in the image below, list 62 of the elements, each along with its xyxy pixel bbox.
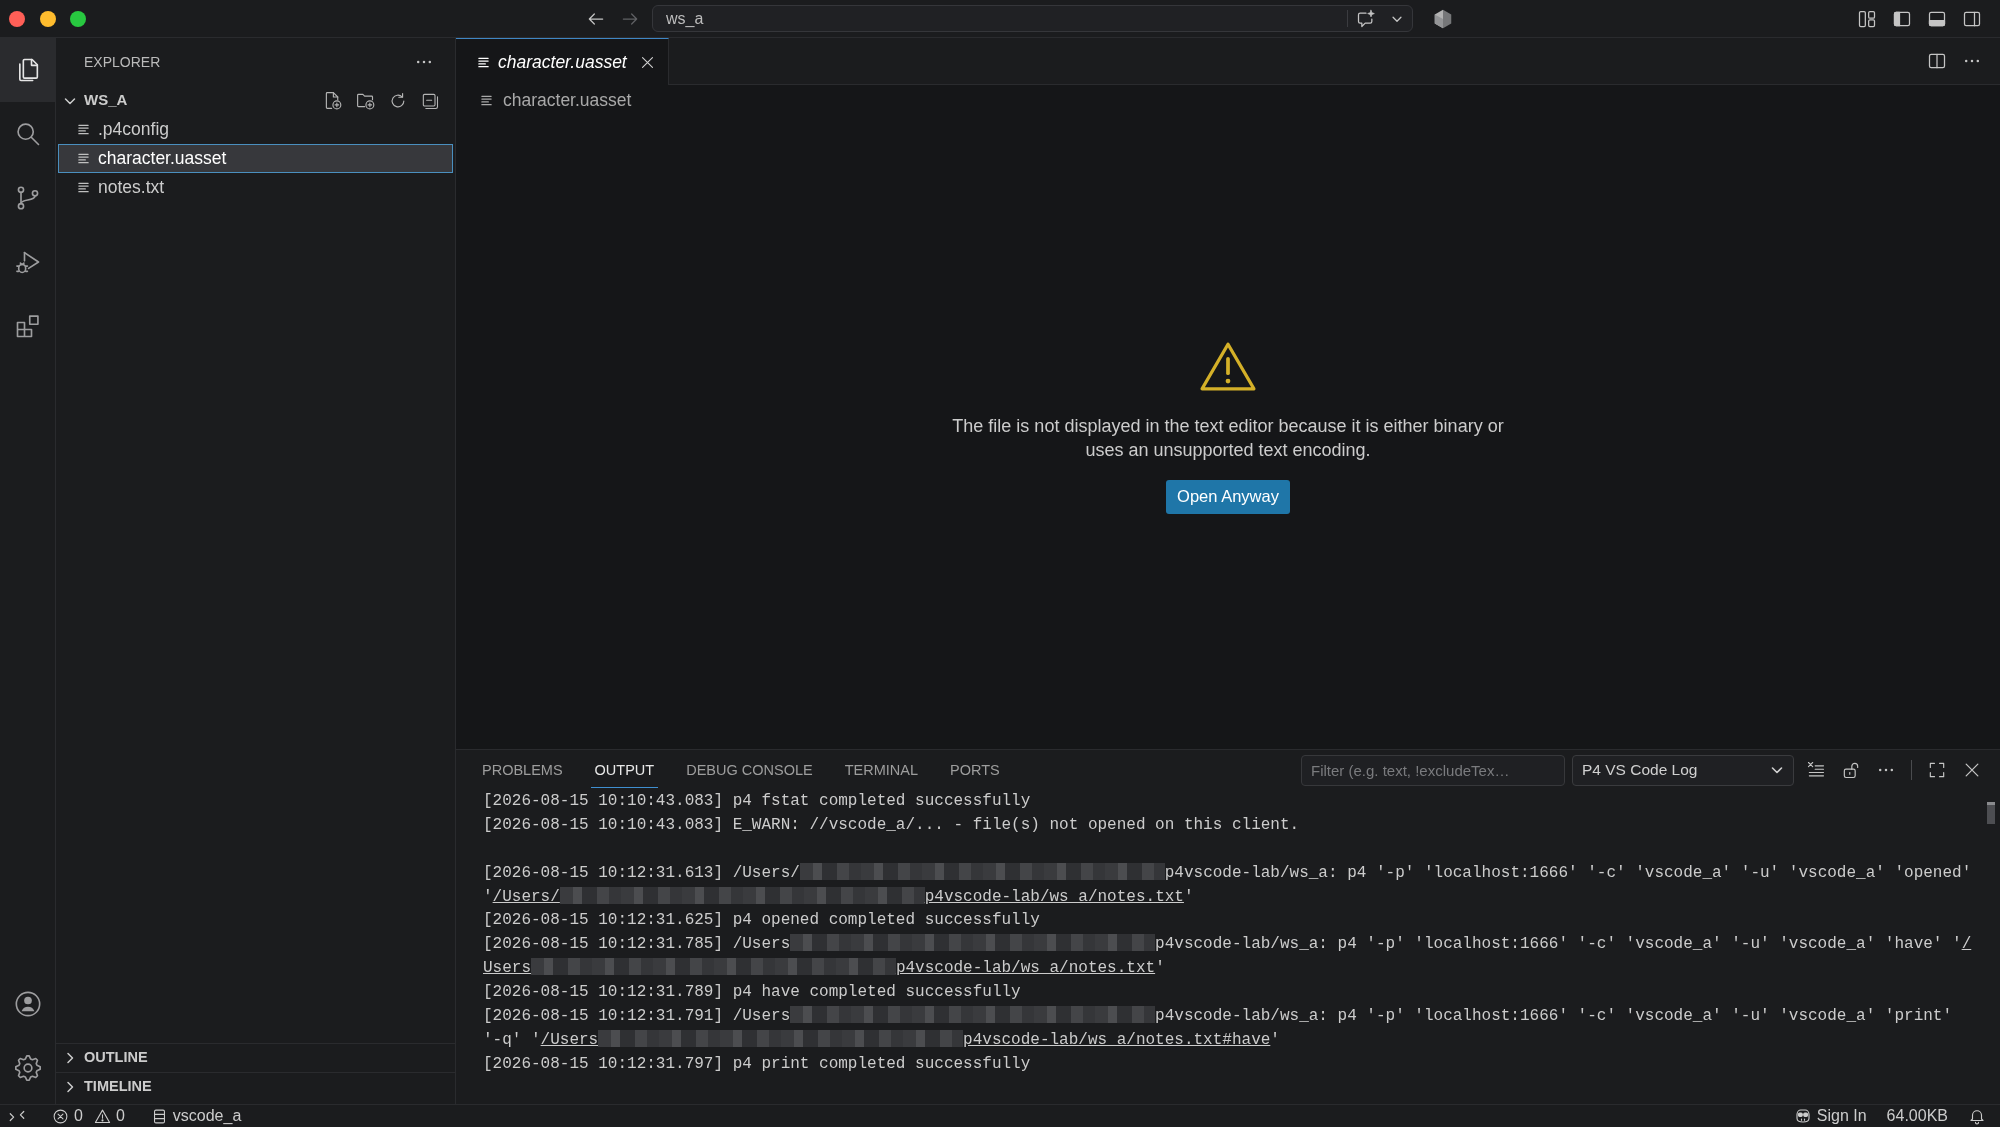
settings-icon[interactable] xyxy=(13,1054,42,1082)
log-line: '/Users/ p4vscode-lab/ws_a/notes.txt' xyxy=(483,885,1194,908)
section-header[interactable]: OUTLINE xyxy=(84,1047,148,1069)
log-line: [2026-08-15 10:12:31.789] p4 have completed successfully xyxy=(483,982,1021,1004)
file-lines-icon xyxy=(77,123,90,136)
sign-in-status[interactable]: Sign In xyxy=(1793,1107,1867,1125)
panel-tab[interactable]: OUTPUT xyxy=(590,755,659,788)
log-line: [2026-08-15 10:12:31.797] p4 print completed successfully xyxy=(483,1053,1031,1075)
log-line: [2026-08-15 10:12:31.625] p4 opened completed successfully xyxy=(483,910,1040,932)
log-line: [2026-08-15 10:12:31.785] /Users p4vscode-lab/ws_a: p4 '-p' 'localhost:1666' '-c' 'vscode_a' '-u' 'vscode_a' 'have' '/ xyxy=(483,933,1972,956)
file-tree-item[interactable]: character.uasset xyxy=(58,144,453,173)
error-icon xyxy=(52,1107,69,1125)
unlock-icon[interactable] xyxy=(1841,760,1861,780)
panel-tab[interactable]: PORTS xyxy=(946,755,1004,788)
panel-tab[interactable]: PROBLEMS xyxy=(478,755,567,788)
workspace-status[interactable]: vscode_a xyxy=(150,1107,242,1125)
robot-icon xyxy=(1793,1107,1812,1125)
channel-dropdown[interactable]: P4 VS Code Log xyxy=(1572,754,1794,786)
file-size-status[interactable]: 64.00KB xyxy=(1886,1104,1948,1127)
file-tree-item[interactable]: notes.txt xyxy=(58,173,453,202)
problems-status[interactable]: 0 0 xyxy=(52,1107,125,1125)
account-icon[interactable] xyxy=(13,990,42,1018)
log-line: [2026-08-15 10:12:31.613] /Users/ p4vscode-lab/ws_a: p4 '-p' 'localhost:1666' '-c' 'vscode_a' '-u' 'vscode_a' 'opened' xyxy=(483,861,1972,884)
panel-tab[interactable]: DEBUG CONSOLE xyxy=(682,755,817,788)
bell-icon[interactable] xyxy=(1968,1107,1986,1125)
file-lines-icon xyxy=(480,94,493,107)
log-line: [2026-08-15 10:12:31.791] /Users p4vscode-lab/ws_a: p4 '-p' 'localhost:1666' '-c' 'vscode_a' '-u' 'vscode_a' 'print' xyxy=(483,1005,1953,1027)
file-tree-item[interactable]: .p4config xyxy=(58,115,453,144)
file-path-link[interactable]: p4vscode-lab/ws_a/notes.txt#have xyxy=(963,1030,1271,1049)
activity-bar-button[interactable] xyxy=(0,38,55,102)
sidebar-title: EXPLORER xyxy=(84,52,161,72)
breadcrumb-item[interactable]: character.uasset xyxy=(480,87,632,114)
log-line: '-q' '/Users p4vscode-lab/ws_a/notes.txt#have' xyxy=(483,1028,1280,1051)
log-line: Users p4vscode-lab/ws_a/notes.txt' xyxy=(483,957,1165,980)
file-path-link[interactable]: p4vscode-lab/ws_a/notes.txt xyxy=(895,959,1156,978)
file-lines-icon xyxy=(477,55,490,69)
file-lines-icon xyxy=(77,181,90,194)
editor-tab[interactable]: character.uasset xyxy=(456,38,669,85)
panel-tab[interactable]: TERMINAL xyxy=(840,755,923,788)
window-close-button[interactable] xyxy=(9,10,25,27)
file-path-link[interactable]: /Users/ xyxy=(492,887,560,906)
log-line: [2026-08-15 10:10:43.083] E_WARN: //vscode_a/... - file(s) not opened on this client. xyxy=(483,814,1300,836)
filter-field[interactable]: Filter (e.g. text, !excludeTex… xyxy=(1301,754,1565,786)
layout-grid-icon[interactable] xyxy=(1857,8,1877,29)
file-path-link[interactable]: p4vscode-lab/ws_a/notes.txt xyxy=(924,887,1184,906)
window-zoom-button[interactable] xyxy=(70,10,86,27)
error-message: The file is not displayed in the text editor because it is either binary or uses an unsupported text encoding. xyxy=(952,414,1504,462)
log-line: [2026-08-15 10:10:43.083] p4 fstat completed successfully xyxy=(483,791,1031,812)
split-editor-icon[interactable] xyxy=(1927,51,1947,71)
warning-icon xyxy=(93,1107,111,1125)
maximize-icon[interactable] xyxy=(1927,760,1947,780)
section-header[interactable]: TIMELINE xyxy=(84,1076,152,1098)
open-anyway-button[interactable]: Open Anyway xyxy=(1166,479,1290,514)
window-minimize-button[interactable] xyxy=(39,10,56,27)
scrollbar-thumb[interactable] xyxy=(1987,802,1995,824)
file-path-link[interactable]: / xyxy=(1961,935,1972,954)
chat-sparkle-icon[interactable] xyxy=(1356,8,1376,29)
hexagon-icon[interactable] xyxy=(1432,7,1454,30)
file-path-link[interactable]: /Users xyxy=(540,1030,599,1049)
file-lines-icon xyxy=(77,152,90,165)
folder-name[interactable]: WS_A xyxy=(84,89,128,112)
file-path-link[interactable]: Users xyxy=(483,959,531,978)
